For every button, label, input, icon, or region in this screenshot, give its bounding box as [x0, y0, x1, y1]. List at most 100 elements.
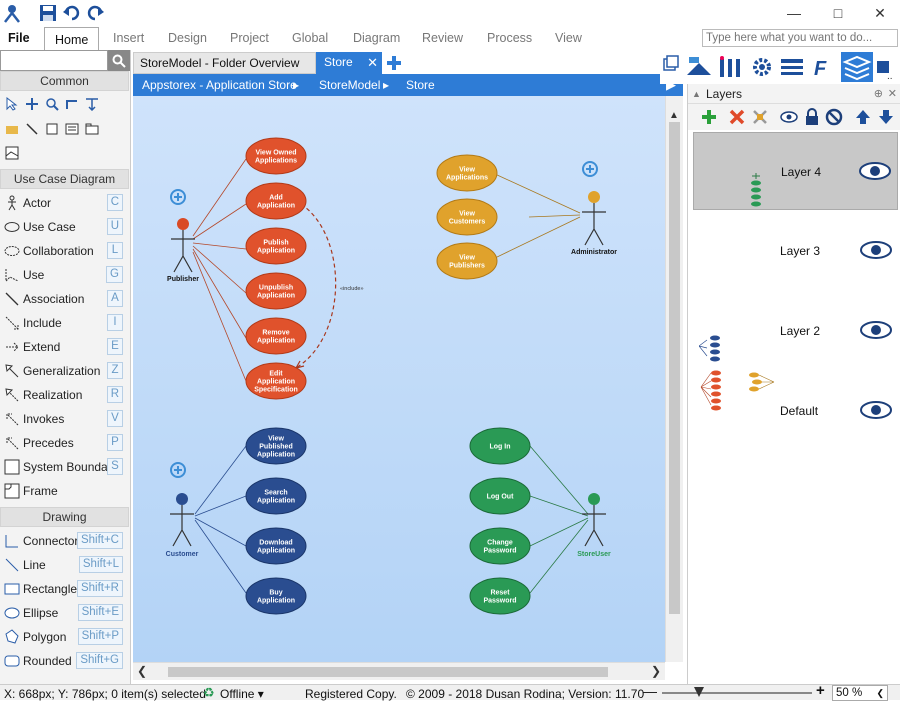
breadcrumb-item-store[interactable]: Store — [406, 78, 435, 92]
scroll-left-icon[interactable]: ❮ — [137, 664, 147, 678]
settings-gear-icon[interactable] — [748, 53, 776, 81]
close-panel-icon[interactable]: ✕ — [888, 84, 897, 104]
breadcrumb-item-model[interactable]: StoreModel — [319, 78, 380, 92]
maximize-button[interactable]: □ — [816, 0, 860, 26]
menu-diagram[interactable]: Diagram — [353, 26, 400, 50]
tab-store[interactable]: Store ✕ — [316, 52, 382, 74]
scroll-right-icon[interactable]: ❯ — [651, 664, 661, 678]
menu-review[interactable]: Review — [422, 26, 463, 50]
tool-connector[interactable]: Connector Shift+C — [0, 529, 129, 553]
uc-publisher-2[interactable]: PublishApplication — [245, 227, 307, 265]
add-layer-icon[interactable] — [700, 108, 718, 126]
uc-customer-1[interactable]: SearchApplication — [245, 477, 307, 515]
uc-customer-2[interactable]: DownloadApplication — [245, 527, 307, 565]
layer-item-3[interactable]: Layer 3 — [693, 212, 898, 290]
actor-store-user[interactable]: StoreUser — [577, 493, 611, 558]
vertical-scroll-thumb[interactable] — [669, 122, 680, 614]
tool-association[interactable]: Association A — [0, 287, 129, 311]
menu-home[interactable]: Home — [44, 27, 100, 51]
tool-polygon[interactable]: Polygon Shift+P — [0, 625, 129, 649]
package-icon[interactable] — [84, 121, 100, 137]
tool-actor[interactable]: Actor C — [0, 191, 129, 215]
tool-rectangle[interactable]: Rectangle Shift+R — [0, 577, 129, 601]
uc-publisher-0[interactable]: View OwnedApplications — [245, 137, 307, 175]
more-tools-icon[interactable]: .. — [875, 53, 897, 81]
redo-icon[interactable] — [85, 3, 105, 23]
menu-file[interactable]: File — [8, 26, 30, 50]
tool-collaboration[interactable]: Collaboration L — [0, 239, 129, 263]
tool-use[interactable]: Use G — [0, 263, 129, 287]
uc-user-0[interactable]: Log In — [469, 427, 531, 465]
layer-visible-eye-icon[interactable] — [860, 400, 892, 420]
uc-admin-2[interactable]: ViewPublishers — [436, 242, 498, 280]
diagram-canvas[interactable]: «include» Publisher Administrator Custom… — [133, 96, 665, 662]
layer-item-default[interactable]: Default — [693, 370, 898, 450]
uc-customer-3[interactable]: BuyApplication — [245, 577, 307, 615]
tool-include[interactable]: Include I — [0, 311, 129, 335]
connector-tool-icon[interactable] — [64, 96, 80, 112]
tool-use-case[interactable]: Use Case U — [0, 215, 129, 239]
section-drawing[interactable]: Drawing — [0, 507, 129, 527]
breadcrumb-item-project[interactable]: Appstorex - Application Store — [142, 78, 297, 92]
zoom-slider-thumb[interactable] — [694, 687, 704, 697]
tool-precedes[interactable]: Precedes P — [0, 431, 129, 455]
layer-visible-eye-icon[interactable] — [859, 161, 891, 181]
tool-line[interactable]: Line Shift+L — [0, 553, 129, 577]
uc-publisher-5[interactable]: EditApplicationSpecification — [245, 362, 307, 400]
undo-icon[interactable] — [62, 3, 82, 23]
delete-layer-icon[interactable] — [728, 108, 746, 126]
uc-customer-0[interactable]: ViewPublishedApplication — [245, 427, 307, 465]
image-icon[interactable] — [4, 145, 20, 161]
actor-administrator[interactable]: Administrator — [571, 161, 617, 256]
properties-icon[interactable] — [716, 53, 744, 81]
toolbox-search-button[interactable] — [108, 50, 130, 71]
zoom-slider[interactable] — [662, 692, 812, 694]
zoom-out-icon[interactable]: — — [643, 683, 657, 699]
save-icon[interactable] — [38, 3, 58, 23]
section-use-case-diagram[interactable]: Use Case Diagram — [0, 169, 129, 189]
tool-invokes[interactable]: Invokes V — [0, 407, 129, 431]
zoom-in-icon[interactable]: + — [816, 683, 825, 699]
uc-admin-1[interactable]: ViewCustomers — [436, 198, 498, 236]
command-search-input[interactable] — [702, 29, 898, 47]
align-icon[interactable] — [84, 96, 100, 112]
pointer-icon[interactable] — [4, 96, 20, 112]
list-icon[interactable] — [64, 121, 80, 137]
menu-project[interactable]: Project — [230, 26, 269, 50]
diagram-view-icon[interactable] — [685, 53, 713, 81]
merge-layer-icon[interactable] — [751, 108, 769, 126]
move-layer-down-icon[interactable] — [877, 108, 895, 126]
uc-user-2[interactable]: ChangePassword — [469, 527, 531, 565]
pan-icon[interactable] — [24, 96, 40, 112]
tool-rounded[interactable]: Rounded Shift+G — [0, 649, 129, 673]
tool-frame[interactable]: Frame — [0, 479, 129, 503]
horizontal-scroll-thumb[interactable] — [168, 667, 608, 677]
toolbox-search-input[interactable] — [0, 50, 108, 71]
layer-visible-eye-icon[interactable] — [860, 320, 892, 340]
close-tab-icon[interactable]: ✕ — [367, 52, 378, 73]
menu-view[interactable]: View — [555, 26, 582, 50]
format-icon[interactable] — [778, 53, 806, 81]
tool-extend[interactable]: Extend E — [0, 335, 129, 359]
move-layer-up-icon[interactable] — [854, 108, 872, 126]
uc-user-3[interactable]: ResetPassword — [469, 577, 531, 615]
uc-publisher-3[interactable]: UnpublishApplication — [245, 272, 307, 310]
pin-icon[interactable]: ⊕ — [874, 84, 883, 104]
note-icon[interactable] — [44, 121, 60, 137]
line-icon[interactable] — [24, 121, 40, 137]
lock-icon[interactable] — [803, 108, 821, 126]
minimize-button[interactable]: — — [772, 0, 816, 26]
close-window-button[interactable]: ✕ — [858, 0, 900, 26]
layer-item-2[interactable]: Layer 2 — [693, 292, 898, 370]
folder-icon[interactable] — [4, 121, 20, 137]
actor-customer[interactable]: Customer — [166, 462, 199, 558]
tool-generalization[interactable]: Generalization Z — [0, 359, 129, 383]
layer-visible-eye-icon[interactable] — [860, 240, 892, 260]
tool-realization[interactable]: Realization R — [0, 383, 129, 407]
zoom-level-dropdown[interactable]: 50 % ❮ — [832, 685, 888, 701]
collapse-panel-icon[interactable]: ▲ — [692, 84, 701, 104]
horizontal-scrollbar[interactable]: ❮ ❯ — [133, 662, 665, 680]
menu-global[interactable]: Global — [292, 26, 328, 50]
uc-publisher-4[interactable]: RemoveApplication — [245, 317, 307, 355]
tab-folder-overview[interactable]: StoreModel - Folder Overview — [133, 52, 316, 74]
